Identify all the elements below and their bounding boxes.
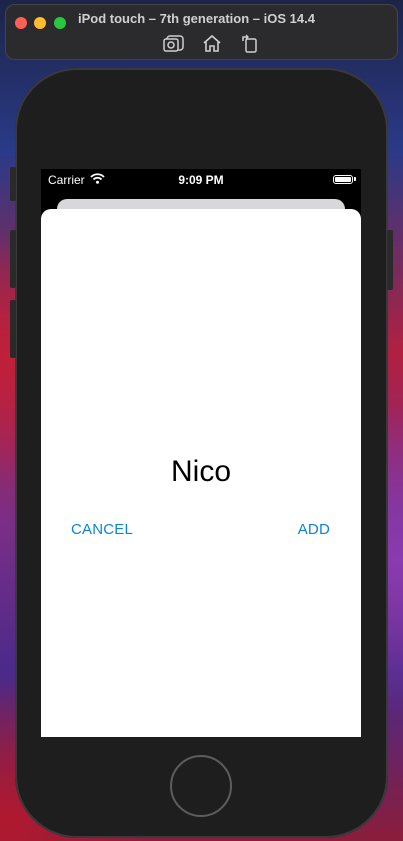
battery-tip [354, 177, 356, 181]
status-bar: Carrier 9:09 PM [41, 169, 361, 189]
window-title: iPod touch – 7th generation – iOS 14.4 [78, 11, 315, 26]
simulator-titlebar: iPod touch – 7th generation – iOS 14.4 [5, 4, 398, 60]
status-time: 9:09 PM [178, 173, 224, 187]
volume-up-button [10, 230, 16, 288]
screenshot-icon[interactable] [163, 33, 185, 53]
rotate-icon[interactable] [239, 33, 261, 53]
zoom-window-button[interactable] [54, 17, 66, 29]
home-icon[interactable] [201, 33, 223, 53]
add-button[interactable]: ADD [298, 521, 330, 538]
side-button [10, 167, 16, 201]
home-button[interactable] [170, 755, 232, 817]
power-button [387, 230, 393, 290]
close-window-button[interactable] [15, 17, 27, 29]
device-screen: Carrier 9:09 PM Nico CANCEL ADD [41, 169, 361, 737]
volume-down-button [10, 300, 16, 358]
minimize-window-button[interactable] [34, 17, 46, 29]
contact-name: Nico [170, 455, 231, 488]
modal-sheet: Nico CANCEL ADD [41, 209, 361, 737]
battery-icon [333, 175, 353, 184]
cancel-button[interactable]: CANCEL [71, 521, 133, 538]
